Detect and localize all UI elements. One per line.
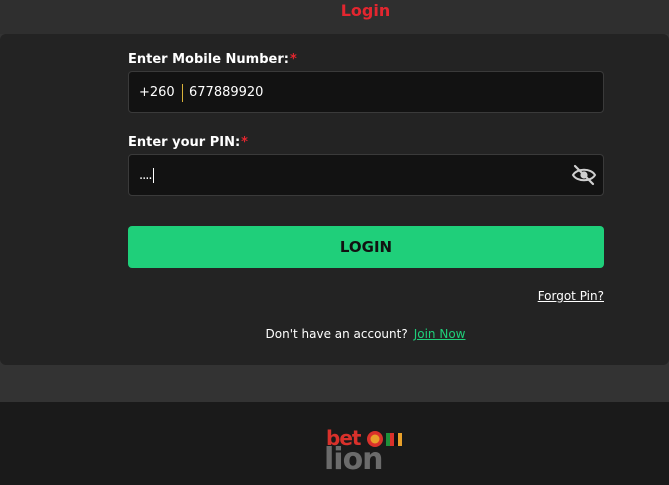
betlion-logo[interactable]: bet lion: [322, 424, 412, 484]
pin-label-text: Enter your PIN:: [128, 135, 241, 150]
mobile-number-label-text: Enter Mobile Number:: [128, 52, 289, 67]
eye-slash-icon[interactable]: [571, 164, 597, 186]
join-now-link[interactable]: Join Now: [414, 327, 466, 341]
page-title: Login: [340, 1, 391, 20]
footer: bet lion: [0, 402, 669, 485]
mobile-number-field[interactable]: +260 677889920: [128, 71, 604, 113]
lion-flag-icon: [367, 431, 402, 447]
mobile-number-input[interactable]: 677889920: [189, 84, 263, 102]
forgot-pin-link[interactable]: Forgot Pin?: [538, 289, 604, 303]
login-button[interactable]: LOGIN: [128, 226, 604, 268]
signup-prompt: Don't have an account?: [265, 327, 408, 341]
pin-masked-value: ....: [139, 168, 152, 183]
text-caret: [152, 168, 154, 183]
pin-label: Enter your PIN:*: [128, 135, 248, 151]
pin-field[interactable]: ....: [128, 154, 604, 196]
pin-input[interactable]: ....: [139, 167, 154, 185]
required-mark: *: [241, 135, 248, 150]
country-code: +260: [139, 84, 183, 102]
signup-row: Don't have an account? Join Now: [0, 327, 669, 341]
mobile-number-label: Enter Mobile Number:*: [128, 52, 297, 68]
required-mark: *: [289, 52, 297, 67]
